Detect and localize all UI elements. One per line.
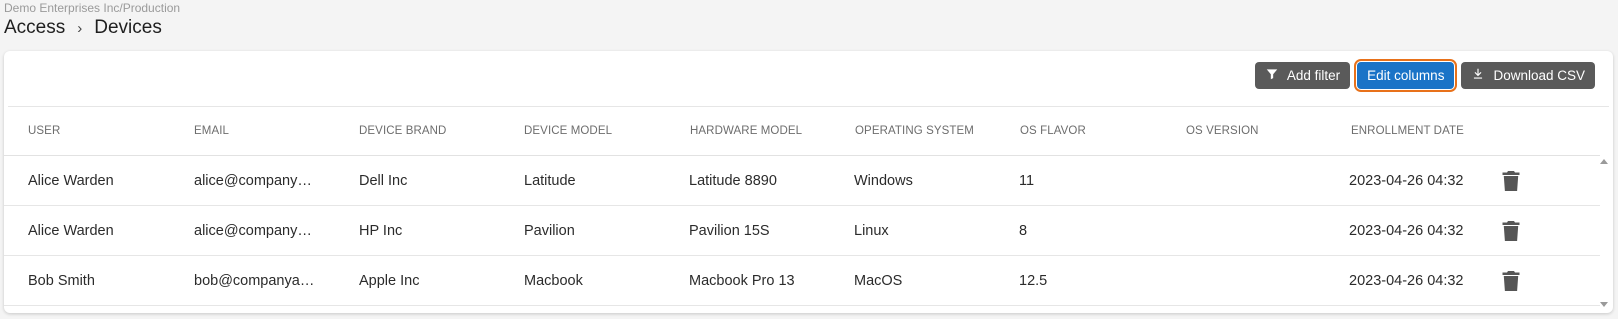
table-row[interactable]: Bob Smith bob@companyaz… Apple Inc Macbo…	[4, 256, 1600, 306]
trash-icon[interactable]	[1502, 171, 1520, 191]
cell-os-flavor: 11	[1019, 173, 1035, 189]
cell-hardware-model: Pavilion 15S	[689, 223, 770, 239]
cell-device-brand: Apple Inc	[359, 273, 420, 289]
cell-enrollment-date: 2023-04-26 04:32	[1349, 173, 1464, 189]
cell-os-flavor: 12.5	[1019, 273, 1048, 289]
column-header-device-brand[interactable]: DEVICE BRAND	[359, 125, 446, 137]
cell-email: alice@companya…	[194, 223, 318, 239]
column-header-hardware-model[interactable]: HARDWARE MODEL	[690, 125, 802, 137]
breadcrumb-separator: ›	[77, 19, 83, 37]
cell-enrollment-date: 2023-04-26 04:32	[1349, 273, 1464, 289]
add-filter-button[interactable]: Add filter	[1254, 62, 1351, 89]
breadcrumb: Access › Devices	[4, 17, 162, 39]
column-header-user[interactable]: USER	[28, 125, 60, 137]
cell-user: Alice Warden	[28, 173, 114, 189]
cell-operating-system: Windows	[854, 173, 913, 189]
column-header-device-model[interactable]: DEVICE MODEL	[524, 125, 612, 137]
table-row[interactable]: Alice Warden alice@companya… HP Inc Pavi…	[4, 206, 1600, 256]
cell-device-model: Latitude	[524, 173, 576, 189]
org-path: Demo Enterprises Inc/Production	[4, 1, 181, 15]
table-header: USER EMAIL DEVICE BRAND DEVICE MODEL HAR…	[4, 107, 1600, 156]
cell-operating-system: MacOS	[854, 273, 903, 289]
column-header-enrollment-date[interactable]: ENROLLMENT DATE	[1351, 125, 1464, 137]
cell-device-brand: HP Inc	[359, 223, 403, 239]
download-icon	[1471, 67, 1485, 84]
table-toolbar: Add filter Edit columns Download CSV	[1254, 59, 1595, 92]
scroll-down-arrow-icon[interactable]	[1600, 302, 1608, 307]
cell-device-brand: Dell Inc	[359, 173, 408, 189]
cell-device-model: Pavilion	[524, 223, 575, 239]
cell-email: bob@companyaz…	[194, 273, 318, 289]
column-header-os-version[interactable]: OS VERSION	[1186, 125, 1259, 137]
scroll-up-arrow-icon[interactable]	[1600, 159, 1608, 164]
cell-device-model: Macbook	[524, 273, 583, 289]
add-filter-label: Add filter	[1286, 68, 1341, 83]
column-header-operating-system[interactable]: OPERATING SYSTEM	[855, 125, 974, 137]
column-header-os-flavor[interactable]: OS FLAVOR	[1020, 125, 1086, 137]
download-csv-button[interactable]: Download CSV	[1461, 62, 1595, 89]
column-header-email[interactable]: EMAIL	[194, 125, 229, 137]
cell-os-flavor: 8	[1019, 223, 1028, 239]
filter-icon	[1265, 67, 1279, 84]
cell-hardware-model: Macbook Pro 13	[689, 273, 795, 289]
trash-icon[interactable]	[1502, 221, 1520, 241]
page-title: Devices	[94, 17, 162, 38]
table-scrollbar[interactable]	[1597, 157, 1609, 309]
devices-card: Add filter Edit columns Download CSV USE…	[4, 51, 1613, 313]
cell-hardware-model: Latitude 8890	[689, 173, 777, 189]
breadcrumb-access[interactable]: Access	[4, 17, 65, 39]
table-row[interactable]: Alice Warden alice@companya… Dell Inc La…	[4, 156, 1600, 206]
trash-icon[interactable]	[1502, 271, 1520, 291]
download-csv-label: Download CSV	[1493, 68, 1585, 83]
cell-user: Bob Smith	[28, 273, 95, 289]
edit-columns-label: Edit columns	[1367, 68, 1445, 83]
edit-columns-button[interactable]: Edit columns	[1354, 59, 1458, 92]
cell-enrollment-date: 2023-04-26 04:32	[1349, 223, 1464, 239]
cell-user: Alice Warden	[28, 223, 114, 239]
cell-operating-system: Linux	[854, 223, 889, 239]
cell-email: alice@companya…	[194, 173, 318, 189]
